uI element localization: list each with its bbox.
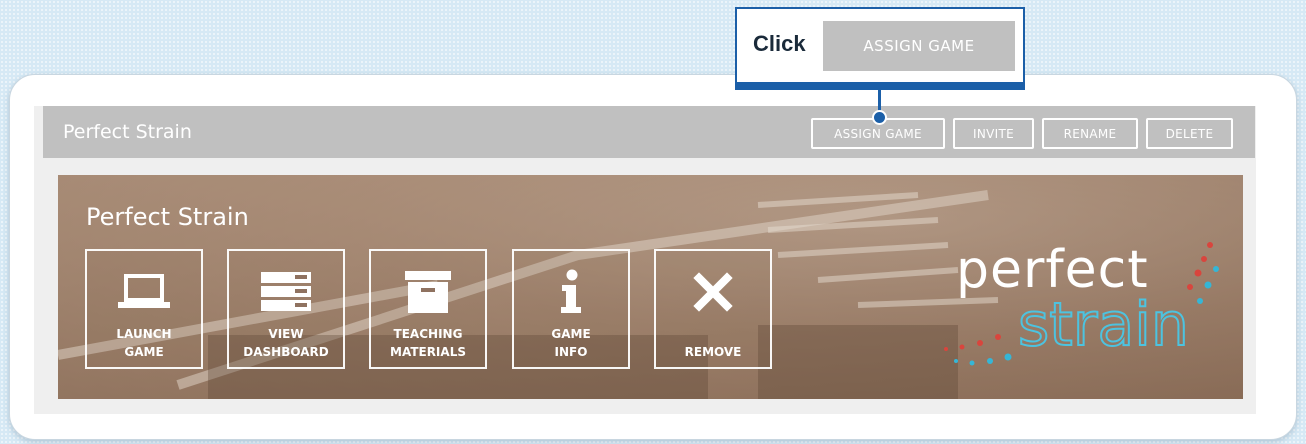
view-dashboard-tile[interactable]: VIEW DASHBOARD xyxy=(227,249,345,369)
game-info-tile[interactable]: GAME INFO xyxy=(512,249,630,369)
launch-game-tile[interactable]: LAUNCH GAME xyxy=(85,249,203,369)
callout-accent-bar xyxy=(735,82,1025,90)
remove-label: REMOVE xyxy=(684,345,742,359)
close-x-icon xyxy=(656,269,770,315)
rename-button[interactable]: RENAME xyxy=(1042,118,1138,149)
svg-text:strain: strain xyxy=(1018,290,1189,360)
header-title: Perfect Strain xyxy=(63,121,192,143)
delete-button[interactable]: DELETE xyxy=(1146,118,1233,149)
perfect-strain-logo: perfect strain xyxy=(928,225,1228,375)
callout-click-text: Click xyxy=(753,31,806,56)
game-header-bar: Perfect Strain ASSIGN GAME INVITE RENAME… xyxy=(43,106,1255,158)
teaching-materials-label: TEACHING MATERIALS xyxy=(390,327,466,359)
instruction-callout: Click ASSIGN GAME xyxy=(735,7,1025,90)
launch-game-label: LAUNCH GAME xyxy=(116,327,172,359)
callout-assign-game-button: ASSIGN GAME xyxy=(823,21,1015,71)
callout-pointer-dot xyxy=(872,110,887,125)
dashboard-icon xyxy=(229,269,343,315)
archive-box-icon xyxy=(371,269,485,315)
banner-title: Perfect Strain xyxy=(86,203,249,231)
game-banner: Perfect Strain LAUNCH GAME VIEW DASHBOAR… xyxy=(58,175,1243,399)
laptop-icon xyxy=(87,269,201,315)
invite-button[interactable]: INVITE xyxy=(953,118,1034,149)
teaching-materials-tile[interactable]: TEACHING MATERIALS xyxy=(369,249,487,369)
info-icon xyxy=(514,269,628,315)
remove-tile[interactable]: REMOVE xyxy=(654,249,772,369)
view-dashboard-label: VIEW DASHBOARD xyxy=(243,327,329,359)
game-info-label: GAME INFO xyxy=(551,327,591,359)
